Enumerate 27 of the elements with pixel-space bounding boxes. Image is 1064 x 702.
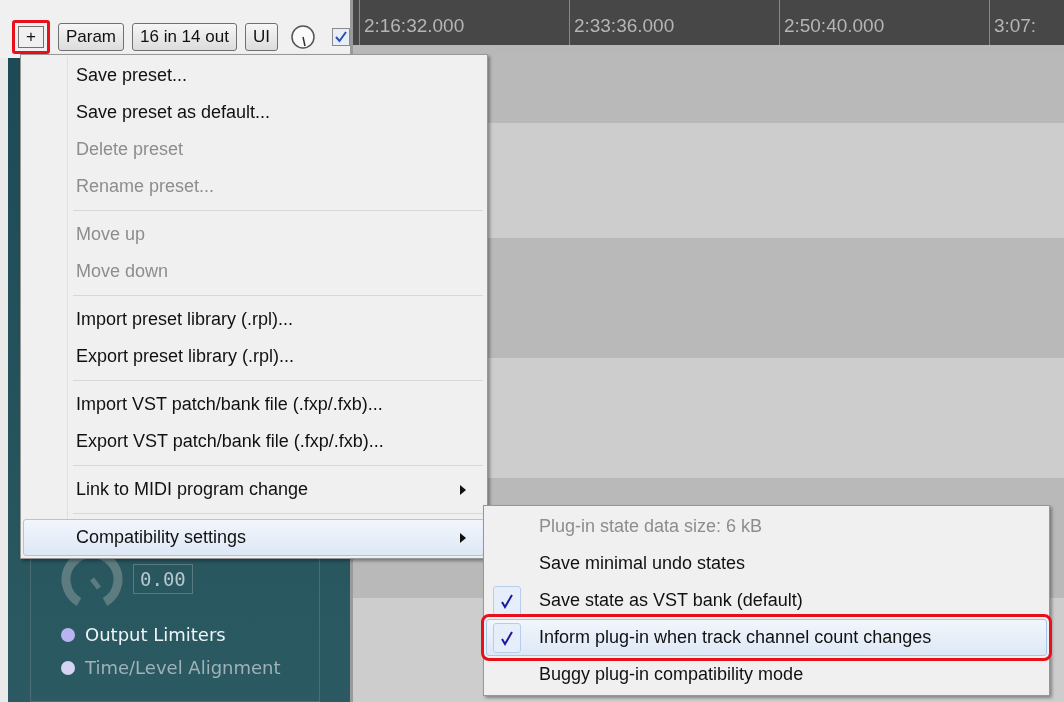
menu-item[interactable]: Buggy plug-in compatibility mode [486,656,1047,693]
menu-item[interactable]: Import preset library (.rpl)... [23,301,485,338]
menu-item[interactable]: Link to MIDI program change [23,471,485,508]
menu-item[interactable]: Save preset... [23,57,485,94]
value-field[interactable]: 0.00 [133,564,193,594]
menu-item[interactable]: Export preset library (.rpl)... [23,338,485,375]
menu-item[interactable]: Import VST patch/bank file (.fxp/.fxb)... [23,386,485,423]
submenu-arrow-icon [460,484,466,495]
menu-item[interactable]: Compatibility settings [23,519,485,556]
option-label: Time/Level Alignment [85,657,281,678]
menu-item[interactable]: Save preset as default... [23,94,485,131]
menu-item[interactable]: Save minimal undo states [486,545,1047,582]
menu-item[interactable]: Export VST patch/bank file (.fxp/.fxb)... [23,423,485,460]
time-label: 3:07: [993,15,1037,37]
option-label: Output Limiters [85,624,226,645]
radio-button[interactable] [61,627,75,642]
toolbar-button[interactable]: + [12,20,50,54]
time-label: 2:33:36.000 [573,15,675,37]
toolbar-button[interactable]: Param [57,23,124,51]
toolbar-button[interactable]: 16 in 14 out [132,23,237,51]
knob-icon[interactable] [289,24,316,50]
menu-item[interactable]: Save state as VST bank (default) [486,582,1047,619]
submenu-arrow-icon [460,532,466,543]
toolbar-button[interactable]: UI [244,23,278,51]
checkbox[interactable] [331,28,350,46]
time-label: 2:16:32.000 [363,15,465,37]
time-label: 2:50:40.000 [783,15,885,37]
